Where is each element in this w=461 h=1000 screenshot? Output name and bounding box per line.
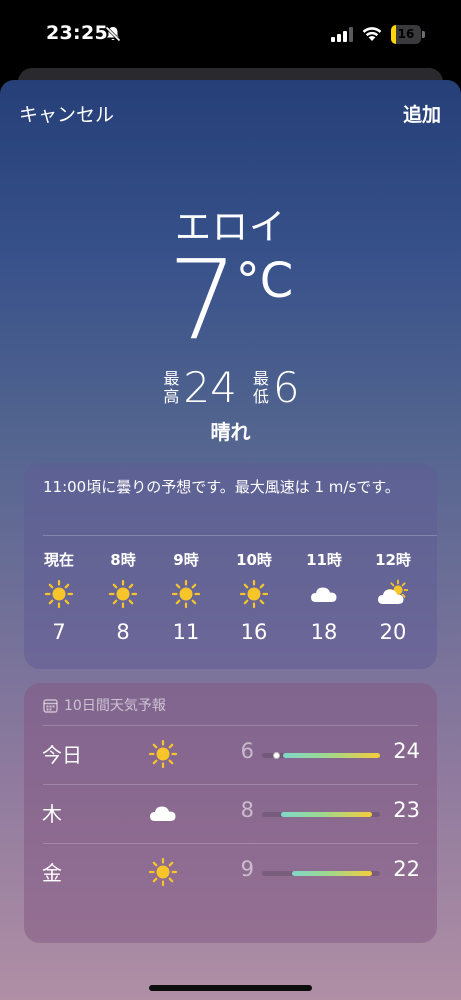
high-low: 最高24 最低6	[0, 366, 461, 410]
cloud-icon	[311, 587, 337, 602]
ten-day-forecast-card[interactable]: 10日間天気予報 今日 6 24 木 8 23 金 9 22	[24, 683, 437, 943]
hour-column: 9時 11	[151, 549, 221, 645]
forecast-high: 23	[393, 798, 420, 822]
hour-column: 現在 7	[24, 549, 94, 645]
forecast-high: 22	[393, 857, 420, 881]
hour-label: 現在	[43, 551, 74, 569]
high-value: 24	[183, 363, 237, 412]
forecast-low: 6	[240, 739, 254, 763]
temperature-range-bar	[262, 752, 380, 759]
partly-cloudy-icon	[378, 579, 408, 604]
signal-icon	[331, 27, 353, 42]
sun-icon	[108, 579, 138, 609]
add-button[interactable]: 追加	[403, 100, 441, 127]
hour-column: 11時 18	[289, 549, 359, 645]
calendar-icon	[43, 698, 58, 713]
hour-column: 10時 16	[219, 549, 289, 645]
temperature-range-fill	[280, 812, 372, 817]
home-indicator[interactable]	[149, 985, 312, 991]
bell-slash-icon	[105, 26, 121, 42]
hour-label: 8時	[110, 551, 136, 569]
low-label: 最低	[252, 369, 269, 406]
current-temperature: 7°C	[0, 245, 461, 355]
cloud-icon	[150, 806, 176, 821]
hour-temp: 18	[310, 620, 338, 644]
hour-column: 8時 8	[88, 549, 158, 645]
forecast-high: 24	[393, 739, 420, 763]
forecast-low: 8	[240, 798, 254, 822]
temperature-range-bar	[262, 812, 380, 817]
forecast-row[interactable]: 金 9 22	[24, 843, 437, 901]
temperature-range-fill	[291, 871, 372, 876]
sun-icon	[44, 579, 74, 609]
cancel-button[interactable]: キャンセル	[19, 100, 114, 127]
forecast-day: 今日	[42, 743, 82, 767]
current-temp-marker	[272, 752, 280, 759]
low-value: 6	[272, 363, 300, 412]
forecast-row[interactable]: 今日 6 24	[24, 725, 437, 783]
hour-label: 10時	[236, 551, 272, 569]
status-time: 23:25	[46, 22, 108, 44]
temperature-range-bar	[262, 871, 380, 876]
hour-label: 11時	[306, 551, 342, 569]
sun-icon	[171, 579, 201, 609]
wifi-icon	[362, 27, 382, 41]
temperature-value: 7	[167, 236, 238, 364]
hour-temp: 11	[172, 620, 200, 644]
forecast-header: 10日間天気予報	[43, 695, 166, 715]
divider	[43, 535, 437, 536]
hour-label: 9時	[173, 551, 199, 569]
temperature-range-fill	[283, 753, 380, 758]
battery-indicator: 16	[391, 25, 425, 44]
hour-temp: 16	[240, 620, 268, 644]
forecast-day: 金	[42, 861, 62, 885]
sun-icon	[239, 579, 269, 609]
hourly-forecast-card[interactable]: 11:00頃に曇りの予想です。最大風速は 1 m/sです。 現在 7 8時 8 9時 11…	[24, 463, 437, 669]
high-label: 最高	[163, 369, 180, 406]
condition-text: 晴れ	[210, 420, 251, 444]
hour-temp: 20	[379, 620, 407, 644]
battery-level: 16	[397, 27, 415, 41]
sun-icon	[148, 857, 178, 887]
hour-column: 12時 20	[358, 549, 428, 645]
forecast-header-label: 10日間天気予報	[64, 698, 166, 714]
forecast-summary: 11:00頃に曇りの予想です。最大風速は 1 m/sです。	[43, 478, 400, 496]
forecast-row[interactable]: 木 8 23	[24, 784, 437, 842]
hour-temp: 7	[52, 620, 66, 644]
hour-temp: 8	[116, 620, 130, 644]
forecast-low: 9	[240, 857, 254, 881]
forecast-day: 木	[42, 802, 62, 826]
temperature-unit: °C	[235, 253, 294, 309]
hour-label: 12時	[375, 551, 411, 569]
sun-icon	[148, 739, 178, 769]
status-bar: 23:25 16	[0, 0, 461, 70]
